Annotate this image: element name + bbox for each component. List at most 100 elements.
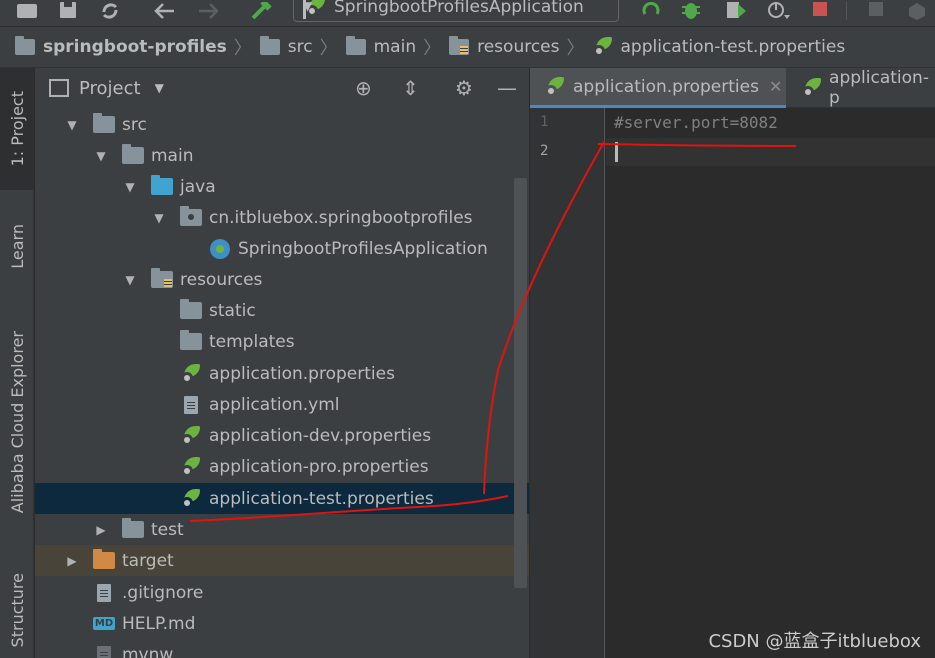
tab-structure[interactable]: Structure <box>0 562 34 658</box>
tree-node-mvnw[interactable]: ▼ mvnw <box>35 639 529 658</box>
folder-open-icon[interactable] <box>14 0 40 22</box>
tree-node-application-pro[interactable]: ▼ application-pro.properties <box>35 451 529 482</box>
tab-learn-label: Learn <box>7 223 27 269</box>
breadcrumb-src[interactable]: src <box>259 36 313 57</box>
run-icon[interactable] <box>638 0 664 22</box>
locate-icon[interactable]: ⊕ <box>355 76 372 100</box>
expand-arrow-icon[interactable]: ▼ <box>123 180 137 194</box>
source-folder-icon <box>151 175 173 196</box>
chevron-down-icon[interactable]: ▼ <box>155 81 164 95</box>
editor-tabs: application.properties ✕ application-p <box>530 68 935 108</box>
expand-arrow-icon[interactable]: ▶ <box>65 554 79 568</box>
folder-icon <box>180 330 202 351</box>
separator <box>846 0 848 22</box>
save-icon[interactable] <box>56 0 80 22</box>
excluded-folder-icon <box>93 549 115 570</box>
project-panel-title[interactable]: Project <box>79 78 141 99</box>
project-scrollbar[interactable] <box>514 178 527 588</box>
stop-icon[interactable] <box>808 0 832 22</box>
folder-icon <box>180 299 202 320</box>
expand-arrow-icon[interactable]: ▼ <box>152 211 166 225</box>
text-caret <box>615 142 618 162</box>
watermark: CSDN @蓝盒子itbluebox <box>708 631 921 652</box>
sync-icon[interactable] <box>98 0 122 22</box>
tree-node-resources[interactable]: ▼ resources <box>35 264 529 295</box>
tree-node-application-properties[interactable]: ▼ application.properties <box>35 358 529 389</box>
breadcrumb-project-label: springboot-profiles <box>43 37 227 57</box>
tree-node-label: java <box>180 176 216 197</box>
tab-project-label: 1: Project <box>7 91 27 167</box>
spring-app-class-icon <box>209 238 231 259</box>
run-config-select[interactable]: SpringbootProfilesApplication ▼ <box>293 0 619 22</box>
tree-node-label: application.yml <box>209 394 340 415</box>
tree-node-label: cn.itbluebox.springbootprofiles <box>209 207 473 228</box>
breadcrumb-resources[interactable]: resources <box>448 36 560 57</box>
tree-node-target[interactable]: ▶ target <box>35 545 529 576</box>
breadcrumb-separator: 〉 <box>233 38 252 59</box>
profile-icon[interactable] <box>764 0 794 22</box>
debug-icon[interactable] <box>678 0 704 22</box>
editor-gutter: 1 2 <box>530 108 605 658</box>
hide-panel-icon[interactable]: — <box>497 76 517 100</box>
tree-node-gitignore[interactable]: ▼ .gitignore <box>35 577 529 608</box>
tab-alibaba-label: Alibaba Cloud Explorer <box>7 330 27 514</box>
build-icon[interactable] <box>248 0 276 22</box>
current-line-highlight <box>606 138 935 166</box>
spring-properties-icon <box>592 37 614 57</box>
expand-arrow-icon[interactable]: ▶ <box>94 523 108 537</box>
sdk-icon[interactable] <box>904 0 930 22</box>
spring-properties-icon <box>544 76 566 97</box>
code-editor[interactable]: #server.port=8082 <box>606 108 935 658</box>
breadcrumb-file[interactable]: application-test.properties <box>592 37 845 57</box>
tree-node-application-test[interactable]: ▼ application-test.properties <box>35 483 529 514</box>
script-file-icon <box>93 645 115 658</box>
forward-icon[interactable] <box>195 0 223 22</box>
expand-arrow-icon[interactable]: ▼ <box>123 273 137 287</box>
project-panel: Project ▼ ⊕ ⇕ ⚙ — ▼ src ▼ main ▼ java ▼ … <box>35 68 529 658</box>
tree-node-application-class[interactable]: ▼ SpringbootProfilesApplication <box>35 233 529 264</box>
tab-application-properties[interactable]: application.properties ✕ <box>530 68 786 108</box>
tab-label: application.properties <box>573 76 759 97</box>
resources-folder-icon <box>151 268 173 289</box>
tree-node-java[interactable]: ▼ java <box>35 171 529 202</box>
tree-node-label: application-pro.properties <box>209 456 429 477</box>
breadcrumb: springboot-profiles 〉 src 〉 main 〉 resou… <box>0 26 935 68</box>
spring-properties-icon <box>801 78 822 98</box>
gear-icon[interactable]: ⚙ <box>455 76 473 100</box>
tree-node-static[interactable]: ▼ static <box>35 295 529 326</box>
tree-node-package[interactable]: ▼ cn.itbluebox.springbootprofiles <box>35 202 529 233</box>
tree-node-label: target <box>122 550 174 571</box>
expand-arrow-icon[interactable]: ▼ <box>65 118 79 132</box>
chevron-down-icon: ▼ <box>303 0 312 19</box>
tab-label: application-p <box>829 68 929 108</box>
tree-node-label: main <box>151 145 194 166</box>
breadcrumb-main-label: main <box>373 37 417 57</box>
tree-node-application-dev[interactable]: ▼ application-dev.properties <box>35 420 529 451</box>
tool-window-stripe: 1: Project Learn Alibaba Cloud Explorer … <box>0 68 34 658</box>
tree-node-application-yml[interactable]: ▼ application.yml <box>35 389 529 420</box>
main-toolbar: SpringbootProfilesApplication ▼ <box>0 0 935 26</box>
breadcrumb-project[interactable]: springboot-profiles <box>14 36 227 57</box>
project-structure-icon[interactable] <box>864 0 890 22</box>
tree-node-help-md[interactable]: ▼ MD HELP.md <box>35 608 529 639</box>
collapse-all-icon[interactable]: ⇕ <box>402 76 419 100</box>
tab-project[interactable]: 1: Project <box>0 68 34 190</box>
tab-application-p[interactable]: application-p <box>787 68 935 108</box>
tab-alibaba-cloud-explorer[interactable]: Alibaba Cloud Explorer <box>0 304 34 540</box>
tree-node-templates[interactable]: ▼ templates <box>35 326 529 357</box>
line-number: 2 <box>540 143 549 159</box>
tree-node-main[interactable]: ▼ main <box>35 140 529 171</box>
run-config-label: SpringbootProfilesApplication <box>334 0 584 17</box>
tree-node-label: src <box>122 114 147 135</box>
markdown-file-icon: MD <box>92 617 116 630</box>
tab-learn[interactable]: Learn <box>0 200 34 292</box>
close-icon[interactable]: ✕ <box>769 77 782 96</box>
tree-node-test[interactable]: ▶ test <box>35 514 529 545</box>
folder-icon <box>345 36 367 56</box>
gitignore-file-icon <box>93 583 115 602</box>
breadcrumb-main[interactable]: main <box>345 36 417 57</box>
expand-arrow-icon[interactable]: ▼ <box>94 149 108 163</box>
back-icon[interactable] <box>150 0 178 22</box>
coverage-icon[interactable] <box>722 0 750 22</box>
tree-node-src[interactable]: ▼ src <box>35 109 529 140</box>
